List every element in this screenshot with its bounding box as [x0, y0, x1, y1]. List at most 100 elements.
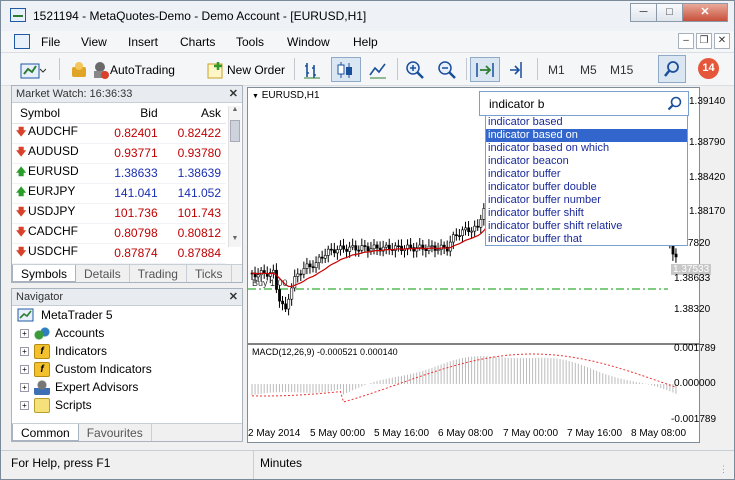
new-chart-button[interactable] — [17, 57, 49, 82]
symbol-name: EURUSD — [28, 164, 79, 178]
search-icon — [667, 96, 682, 111]
menu-file[interactable]: File — [41, 35, 60, 49]
timeframe-m1[interactable]: M1 — [545, 57, 568, 82]
tab-ticks[interactable]: Ticks — [187, 265, 232, 282]
bid-cell: 1.38633 — [99, 163, 163, 184]
menu-insert[interactable]: Insert — [128, 35, 158, 49]
suggestion-item[interactable]: indicator buffer number — [486, 194, 687, 207]
mdi-close-button[interactable]: ✕ — [714, 33, 730, 49]
expand-icon[interactable]: + — [20, 382, 29, 392]
expand-icon[interactable]: + — [20, 364, 29, 374]
tab-trading[interactable]: Trading — [130, 265, 187, 282]
close-button[interactable]: ✕ — [682, 3, 728, 22]
suggestion-item[interactable]: indicator buffer that — [486, 233, 687, 246]
tab-details[interactable]: Details — [76, 265, 130, 282]
col-symbol[interactable]: Symbol — [12, 103, 100, 124]
symbol-cell[interactable]: 🡇 USDCHF — [12, 243, 100, 264]
price-label: 1.38633 — [674, 273, 711, 284]
navigator-close-icon[interactable]: ✕ — [229, 290, 238, 303]
price-label: 1.38420 — [689, 172, 726, 183]
document-icon[interactable] — [14, 34, 30, 49]
nav-item-accounts[interactable]: + Accounts — [20, 324, 104, 342]
symbol-name: USDJPY — [28, 204, 76, 218]
bar-chart-button[interactable] — [299, 57, 326, 82]
notifications-badge[interactable]: 14 — [698, 58, 719, 79]
candle-body — [314, 262, 318, 269]
candle-body — [323, 255, 327, 259]
suggestion-item[interactable]: indicator buffer — [486, 168, 687, 181]
chart-shift-button[interactable] — [504, 57, 531, 82]
nav-root[interactable]: MetaTrader 5 — [17, 306, 113, 324]
maximize-button[interactable]: □ — [656, 3, 683, 22]
menu-window[interactable]: Window — [287, 35, 330, 49]
search-box[interactable]: indicator b — [479, 91, 689, 116]
tab-symbols[interactable]: Symbols — [12, 265, 77, 282]
expand-icon[interactable]: + — [20, 346, 29, 356]
zoom-in-button[interactable] — [402, 57, 429, 82]
symbol-cell[interactable]: 🡅 EURJPY — [12, 183, 100, 204]
candle-body — [348, 246, 352, 252]
search-toggle-button[interactable] — [658, 55, 686, 83]
expand-icon[interactable]: + — [20, 328, 29, 338]
table-row[interactable]: 🡅 EURJPY 141.041 141.052 — [12, 183, 226, 204]
search-input[interactable]: indicator b — [489, 97, 544, 111]
ask-cell: 1.38639 — [162, 163, 226, 184]
tab-common[interactable]: Common — [12, 424, 79, 441]
nav-item-indicators[interactable]: + f Indicators — [20, 342, 107, 360]
table-row[interactable]: 🡇 USDCHF 0.87874 0.87884 — [12, 243, 226, 264]
table-row[interactable]: 🡇 AUDUSD 0.93771 0.93780 — [12, 143, 226, 164]
col-ask[interactable]: Ask — [162, 103, 226, 124]
arrow-down-icon: 🡇 — [16, 147, 27, 158]
candle-body — [290, 287, 294, 300]
symbol-cell[interactable]: 🡇 AUDCHF — [12, 123, 100, 144]
candle-body — [476, 225, 480, 228]
col-bid[interactable]: Bid — [99, 103, 163, 124]
candle-body — [455, 234, 458, 237]
suggestion-item[interactable]: indicator buffer double — [486, 181, 687, 194]
suggestion-item[interactable]: indicator beacon — [486, 155, 687, 168]
suggestion-item[interactable]: indicator based — [486, 116, 687, 129]
nav-item-scripts[interactable]: + Scripts — [20, 396, 92, 414]
symbol-cell[interactable]: 🡇 AUDUSD — [12, 143, 100, 164]
market-watch-scrollbar[interactable]: ▲ ▼ — [228, 106, 241, 247]
table-row[interactable]: 🡅 EURUSD 1.38633 1.38639 — [12, 163, 226, 184]
timeframe-m5[interactable]: M5 — [577, 57, 600, 82]
candlestick-chart-button[interactable] — [331, 57, 361, 82]
table-row[interactable]: 🡇 USDJPY 101.736 101.743 — [12, 203, 226, 224]
suggestion-item[interactable]: indicator based on — [486, 129, 687, 142]
line-chart-button[interactable] — [365, 57, 392, 82]
nav-item-custom-indicators[interactable]: + f Custom Indicators — [20, 360, 152, 378]
table-row[interactable]: 🡇 AUDCHF 0.82401 0.82422 — [12, 123, 226, 144]
nav-item-expert-advisors[interactable]: + Expert Advisors — [20, 378, 138, 396]
mdi-restore-button[interactable]: ❐ — [696, 33, 712, 49]
suggestion-item[interactable]: indicator buffer shift — [486, 207, 687, 220]
autotrading-button[interactable]: AutoTrading — [67, 57, 178, 82]
tab-favourites[interactable]: Favourites — [79, 424, 152, 441]
expand-icon[interactable]: + — [20, 400, 29, 410]
symbol-cell[interactable]: 🡅 EURUSD — [12, 163, 100, 184]
candle-body — [299, 273, 303, 276]
new-order-button[interactable]: New Order — [202, 57, 288, 82]
mdi-minimize-button[interactable]: – — [678, 33, 694, 49]
candle-body — [430, 245, 434, 248]
autoscroll-button[interactable] — [470, 57, 500, 82]
symbol-cell[interactable]: 🡇 USDJPY — [12, 203, 100, 224]
candle-body — [284, 303, 288, 310]
minimize-button[interactable]: ─ — [630, 3, 657, 22]
suggestion-item[interactable]: indicator based on which — [486, 142, 687, 155]
table-row[interactable]: 🡇 CADCHF 0.80798 0.80812 — [12, 223, 226, 244]
symbol-cell[interactable]: 🡇 CADCHF — [12, 223, 100, 244]
suggestion-item[interactable]: indicator buffer shift relative — [486, 220, 687, 233]
timeframe-m15[interactable]: M15 — [607, 57, 636, 82]
menu-view[interactable]: View — [81, 35, 107, 49]
menu-charts[interactable]: Charts — [180, 35, 215, 49]
candle-body — [357, 249, 361, 252]
time-label: 5 May 00:00 — [310, 428, 366, 439]
menu-help[interactable]: Help — [353, 35, 378, 49]
title-bar[interactable]: 1521194 - MetaQuotes-Demo - Demo Account… — [1, 1, 734, 31]
zoom-out-button[interactable] — [434, 57, 461, 82]
ask-cell: 0.93780 — [162, 143, 226, 164]
menu-tools[interactable]: Tools — [236, 35, 264, 49]
market-watch-close-icon[interactable]: ✕ — [229, 87, 238, 100]
resize-grip-icon[interactable]: ⋮ — [719, 464, 728, 475]
